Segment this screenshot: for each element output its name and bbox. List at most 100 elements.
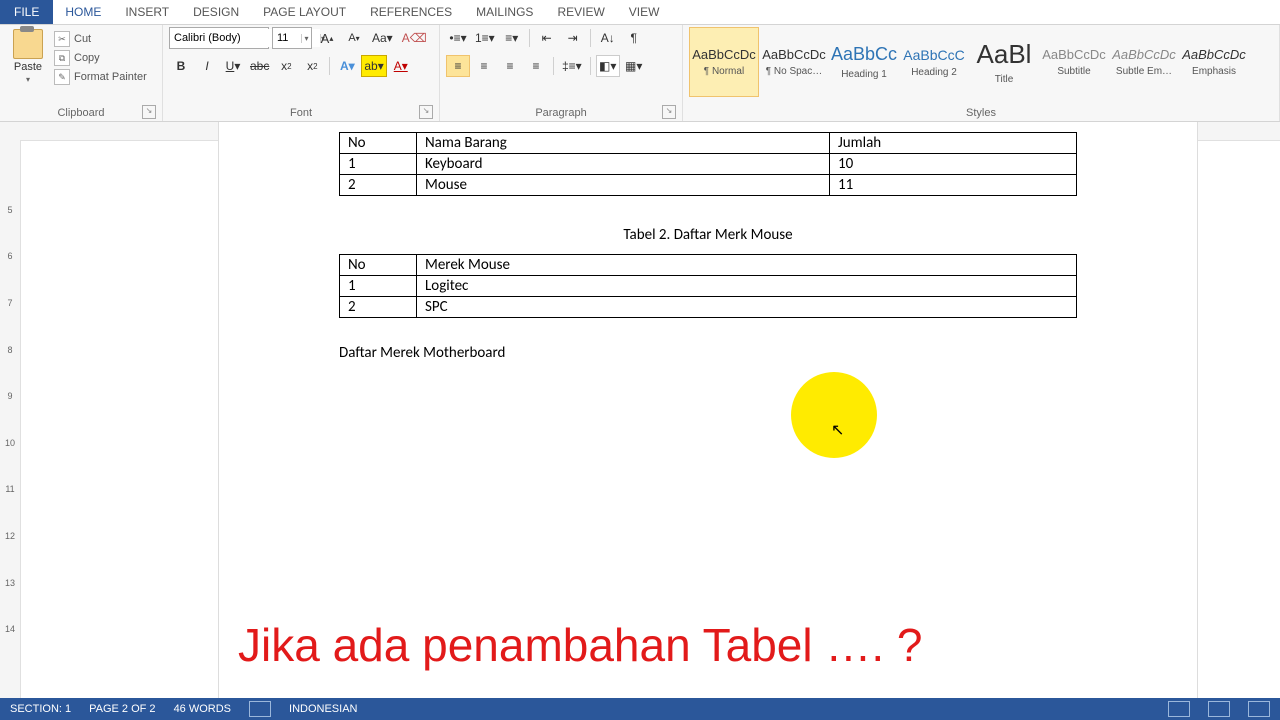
- tab-view[interactable]: VIEW: [617, 0, 672, 24]
- cell[interactable]: SPC: [417, 297, 1077, 318]
- tab-review[interactable]: REVIEW: [545, 0, 616, 24]
- cell[interactable]: Logitec: [417, 276, 1077, 297]
- print-layout-icon[interactable]: [1208, 701, 1230, 717]
- fp-label: Format Painter: [74, 71, 147, 83]
- table-row[interactable]: No Nama Barang Jumlah: [340, 133, 1077, 154]
- cell[interactable]: Jumlah: [830, 133, 1077, 154]
- scissors-icon: ✂: [54, 31, 70, 47]
- style-item[interactable]: AaBbCcDc¶ No Spac…: [759, 27, 829, 97]
- tab-file[interactable]: FILE: [0, 0, 53, 24]
- align-right-button[interactable]: ≡: [498, 55, 522, 77]
- tab-mailings[interactable]: MAILINGS: [464, 0, 545, 24]
- font-color-button[interactable]: A▾: [389, 55, 413, 77]
- styles-gallery[interactable]: AaBbCcDc¶ NormalAaBbCcDc¶ No Spac…AaBbCc…: [689, 27, 1273, 97]
- table-row[interactable]: 2 Mouse 11: [340, 175, 1077, 196]
- copy-button[interactable]: ⧉Copy: [54, 50, 147, 66]
- text-effects-button[interactable]: A▾: [335, 55, 359, 77]
- cell[interactable]: Merek Mouse: [417, 255, 1077, 276]
- style-item[interactable]: AaBbCcDcSubtle Em…: [1109, 27, 1179, 97]
- status-language[interactable]: INDONESIAN: [289, 703, 357, 715]
- clear-formatting-button[interactable]: A⌫: [399, 27, 430, 49]
- shading-button[interactable]: ◧▾: [596, 55, 620, 77]
- grow-font-button[interactable]: A▴: [315, 27, 339, 49]
- table-1[interactable]: No Nama Barang Jumlah 1 Keyboard 10 2 Mo…: [339, 132, 1077, 196]
- paste-button[interactable]: Paste ▾: [6, 27, 50, 105]
- numbering-button[interactable]: 1≡▾: [472, 27, 498, 49]
- style-item[interactable]: AaBbCcDcEmphasis: [1179, 27, 1249, 97]
- strikethrough-button[interactable]: abc: [247, 55, 272, 77]
- status-section[interactable]: SECTION: 1: [10, 703, 71, 715]
- decrease-indent-button[interactable]: ⇤: [535, 27, 559, 49]
- table-row[interactable]: 1 Logitec: [340, 276, 1077, 297]
- cell[interactable]: No: [340, 133, 417, 154]
- font-size-combo[interactable]: ▾: [272, 27, 312, 49]
- group-styles: AaBbCcDc¶ NormalAaBbCcDc¶ No Spac…AaBbCc…: [683, 25, 1280, 121]
- read-mode-icon[interactable]: [1168, 701, 1190, 717]
- font-size-input[interactable]: [273, 29, 301, 47]
- cut-button[interactable]: ✂Cut: [54, 31, 147, 47]
- style-item[interactable]: AaBbCcDc¶ Normal: [689, 27, 759, 97]
- style-item[interactable]: AaBbCcDcSubtitle: [1039, 27, 1109, 97]
- justify-button[interactable]: ≡: [524, 55, 548, 77]
- show-marks-button[interactable]: ¶: [622, 27, 646, 49]
- chevron-down-icon[interactable]: ▾: [301, 34, 311, 43]
- status-page[interactable]: PAGE 2 OF 2: [89, 703, 155, 715]
- style-item[interactable]: AaBlTitle: [969, 27, 1039, 97]
- group-label-font: Font↘: [169, 105, 433, 121]
- tab-home[interactable]: HOME: [53, 0, 113, 24]
- page-content[interactable]: No Nama Barang Jumlah 1 Keyboard 10 2 Mo…: [219, 122, 1197, 362]
- table-caption[interactable]: Tabel 2. Daftar Merk Mouse: [339, 226, 1077, 244]
- cell[interactable]: 1: [340, 276, 417, 297]
- tab-design[interactable]: DESIGN: [181, 0, 251, 24]
- proofing-icon[interactable]: [249, 701, 271, 717]
- highlight-button[interactable]: ab▾: [361, 55, 386, 77]
- cell[interactable]: 2: [340, 175, 417, 196]
- paste-icon: [13, 29, 43, 59]
- underline-button[interactable]: U▾: [221, 55, 245, 77]
- status-words[interactable]: 46 WORDS: [174, 703, 231, 715]
- align-left-button[interactable]: ≡: [446, 55, 470, 77]
- italic-button[interactable]: I: [195, 55, 219, 77]
- overlay-text: Jika ada penambahan Tabel …. ?: [238, 618, 923, 672]
- font-launcher-icon[interactable]: ↘: [419, 105, 433, 119]
- table-row[interactable]: 2 SPC: [340, 297, 1077, 318]
- cell[interactable]: 2: [340, 297, 417, 318]
- copy-icon: ⧉: [54, 50, 70, 66]
- subscript-button[interactable]: x2: [274, 55, 298, 77]
- increase-indent-button[interactable]: ⇥: [561, 27, 585, 49]
- page[interactable]: No Nama Barang Jumlah 1 Keyboard 10 2 Mo…: [218, 122, 1198, 702]
- style-item[interactable]: AaBbCcCHeading 2: [899, 27, 969, 97]
- cell[interactable]: Keyboard: [417, 154, 830, 175]
- vertical-ruler[interactable]: 567891011121314: [0, 140, 21, 702]
- table-row[interactable]: No Merek Mouse: [340, 255, 1077, 276]
- table-2[interactable]: No Merek Mouse 1 Logitec 2 SPC: [339, 254, 1077, 318]
- multilevel-button[interactable]: ≡▾: [500, 27, 524, 49]
- tab-references[interactable]: REFERENCES: [358, 0, 464, 24]
- web-layout-icon[interactable]: [1248, 701, 1270, 717]
- cell[interactable]: Mouse: [417, 175, 830, 196]
- clipboard-launcher-icon[interactable]: ↘: [142, 105, 156, 119]
- align-center-button[interactable]: ≡: [472, 55, 496, 77]
- paragraph-launcher-icon[interactable]: ↘: [662, 105, 676, 119]
- style-item[interactable]: AaBbCcHeading 1: [829, 27, 899, 97]
- cell[interactable]: 11: [830, 175, 1077, 196]
- table-row[interactable]: 1 Keyboard 10: [340, 154, 1077, 175]
- tab-insert[interactable]: INSERT: [113, 0, 181, 24]
- bold-button[interactable]: B: [169, 55, 193, 77]
- bullets-button[interactable]: •≡▾: [446, 27, 470, 49]
- shrink-font-button[interactable]: A▾: [342, 27, 366, 49]
- cell[interactable]: 1: [340, 154, 417, 175]
- sort-button[interactable]: A↓: [596, 27, 620, 49]
- line-spacing-button[interactable]: ‡≡▾: [559, 55, 585, 77]
- superscript-button[interactable]: x2: [300, 55, 324, 77]
- font-name-combo[interactable]: ▾: [169, 27, 269, 49]
- cell[interactable]: Nama Barang: [417, 133, 830, 154]
- borders-button[interactable]: ▦▾: [622, 55, 646, 77]
- format-painter-button[interactable]: ✎Format Painter: [54, 69, 147, 85]
- tab-page-layout[interactable]: PAGE LAYOUT: [251, 0, 358, 24]
- cell[interactable]: No: [340, 255, 417, 276]
- document-area: 2123456789101112131415161718 56789101112…: [0, 122, 1280, 702]
- change-case-button[interactable]: Aa▾: [369, 27, 396, 49]
- paragraph-text[interactable]: Daftar Merek Motherboard: [339, 344, 1077, 362]
- cell[interactable]: 10: [830, 154, 1077, 175]
